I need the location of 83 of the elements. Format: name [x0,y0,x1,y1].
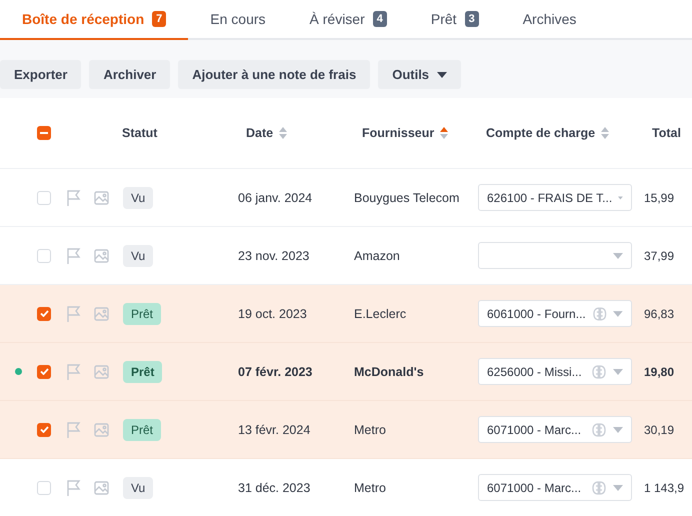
status-badge: Prêt [123,418,162,440]
account-select[interactable]: 6071000 - Marc... [478,416,632,443]
image-icon[interactable] [94,190,109,204]
account-select[interactable]: 6071000 - Marc... [478,474,632,501]
check-icon [40,426,48,433]
caret-icon [613,310,623,316]
count-badge: 3 [464,11,479,27]
total-cell: 37,99 [644,248,674,262]
caret-icon [613,484,623,490]
flag-icon[interactable] [66,248,81,264]
toolbar-button[interactable]: Outils [378,60,462,89]
date-cell: 31 déc. 2023 [238,480,310,494]
row-checkbox[interactable] [37,306,51,320]
tab[interactable]: Prêt 3 [408,0,501,40]
minus-icon [40,132,48,134]
supplier-cell: E.Leclerc [354,306,406,320]
flag-icon[interactable] [66,306,81,322]
table-row[interactable]: Prêt 19 oct. 2023 E.Leclerc 6061000 - Fourn... 96,83 [0,285,692,343]
check-icon [40,310,48,317]
image-icon[interactable] [94,480,109,494]
row-checkbox[interactable] [37,364,51,378]
status-badge: Vu [123,476,154,498]
table-row[interactable]: Prêt 07 févr. 2023 McDonald's 6256000 - Missi... 19,80 [0,343,692,401]
brain-icon [591,364,607,378]
row-checkbox[interactable] [37,422,51,436]
account-select[interactable] [478,242,632,269]
column-header[interactable]: Date [246,126,274,140]
date-cell: 13 févr. 2024 [238,422,310,436]
account-select[interactable]: 6256000 - Missi... [478,358,632,385]
column-header[interactable]: Compte de charge [486,126,596,140]
check-icon [40,368,48,375]
caret-icon [613,368,623,374]
supplier-cell: Metro [354,480,386,494]
flag-icon[interactable] [66,190,81,206]
flag-icon[interactable] [66,364,81,380]
status-badge: Vu [123,186,154,208]
total-cell: 19,80 [644,364,674,378]
image-icon[interactable] [94,364,109,378]
date-cell: 19 oct. 2023 [238,306,307,320]
tab[interactable]: À réviser 4 [288,0,409,40]
brain-icon [591,422,607,436]
caret-icon [613,426,623,432]
total-cell: 1 143,9 [644,480,684,494]
status-badge: Prêt [123,360,162,382]
tab[interactable]: En cours [188,0,288,40]
caret-icon [618,194,623,200]
brain-icon [592,306,608,320]
toolbar-button[interactable]: Exporter [0,60,82,89]
account-select[interactable]: 626100 - FRAIS DE T... [478,184,632,211]
tab[interactable]: Archives [500,0,598,40]
table-row[interactable]: Prêt 13 févr. 2024 Metro 6071000 - Marc... 30,19 [0,401,692,459]
status-badge: Prêt [123,302,162,324]
total-cell: 30,19 [644,422,674,436]
image-icon[interactable] [94,422,109,436]
brain-icon [591,480,607,494]
supplier-cell: Amazon [354,248,400,262]
image-icon[interactable] [94,306,109,320]
account-select[interactable]: 6061000 - Fourn... [478,300,632,327]
status-badge: Vu [123,244,154,266]
date-cell: 06 janv. 2024 [238,190,312,204]
flag-icon[interactable] [66,480,81,496]
supplier-cell: Bouygues Telecom [354,190,460,204]
toolbar-button[interactable]: Archiver [89,60,170,89]
supplier-cell: McDonald's [354,364,424,378]
sort-icon[interactable] [601,127,610,139]
column-header[interactable]: Statut [122,126,158,140]
column-header[interactable]: Fournisseur [362,126,434,140]
sort-icon[interactable] [440,127,448,139]
column-header[interactable]: Total [652,126,681,140]
date-cell: 23 nov. 2023 [238,248,310,262]
total-cell: 15,99 [644,190,674,204]
caret-icon [613,252,623,258]
sort-icon[interactable] [279,127,288,139]
flag-icon[interactable] [66,422,81,438]
count-badge: 4 [372,11,387,27]
select-all-checkbox[interactable] [37,126,51,140]
image-icon[interactable] [94,248,109,262]
total-cell: 96,83 [644,306,674,320]
count-badge: 7 [152,11,166,27]
toolbar-button[interactable]: Ajouter à une note de frais [178,60,370,89]
date-cell: 07 févr. 2023 [238,364,312,378]
caret-icon [437,72,448,78]
supplier-cell: Metro [354,422,386,436]
